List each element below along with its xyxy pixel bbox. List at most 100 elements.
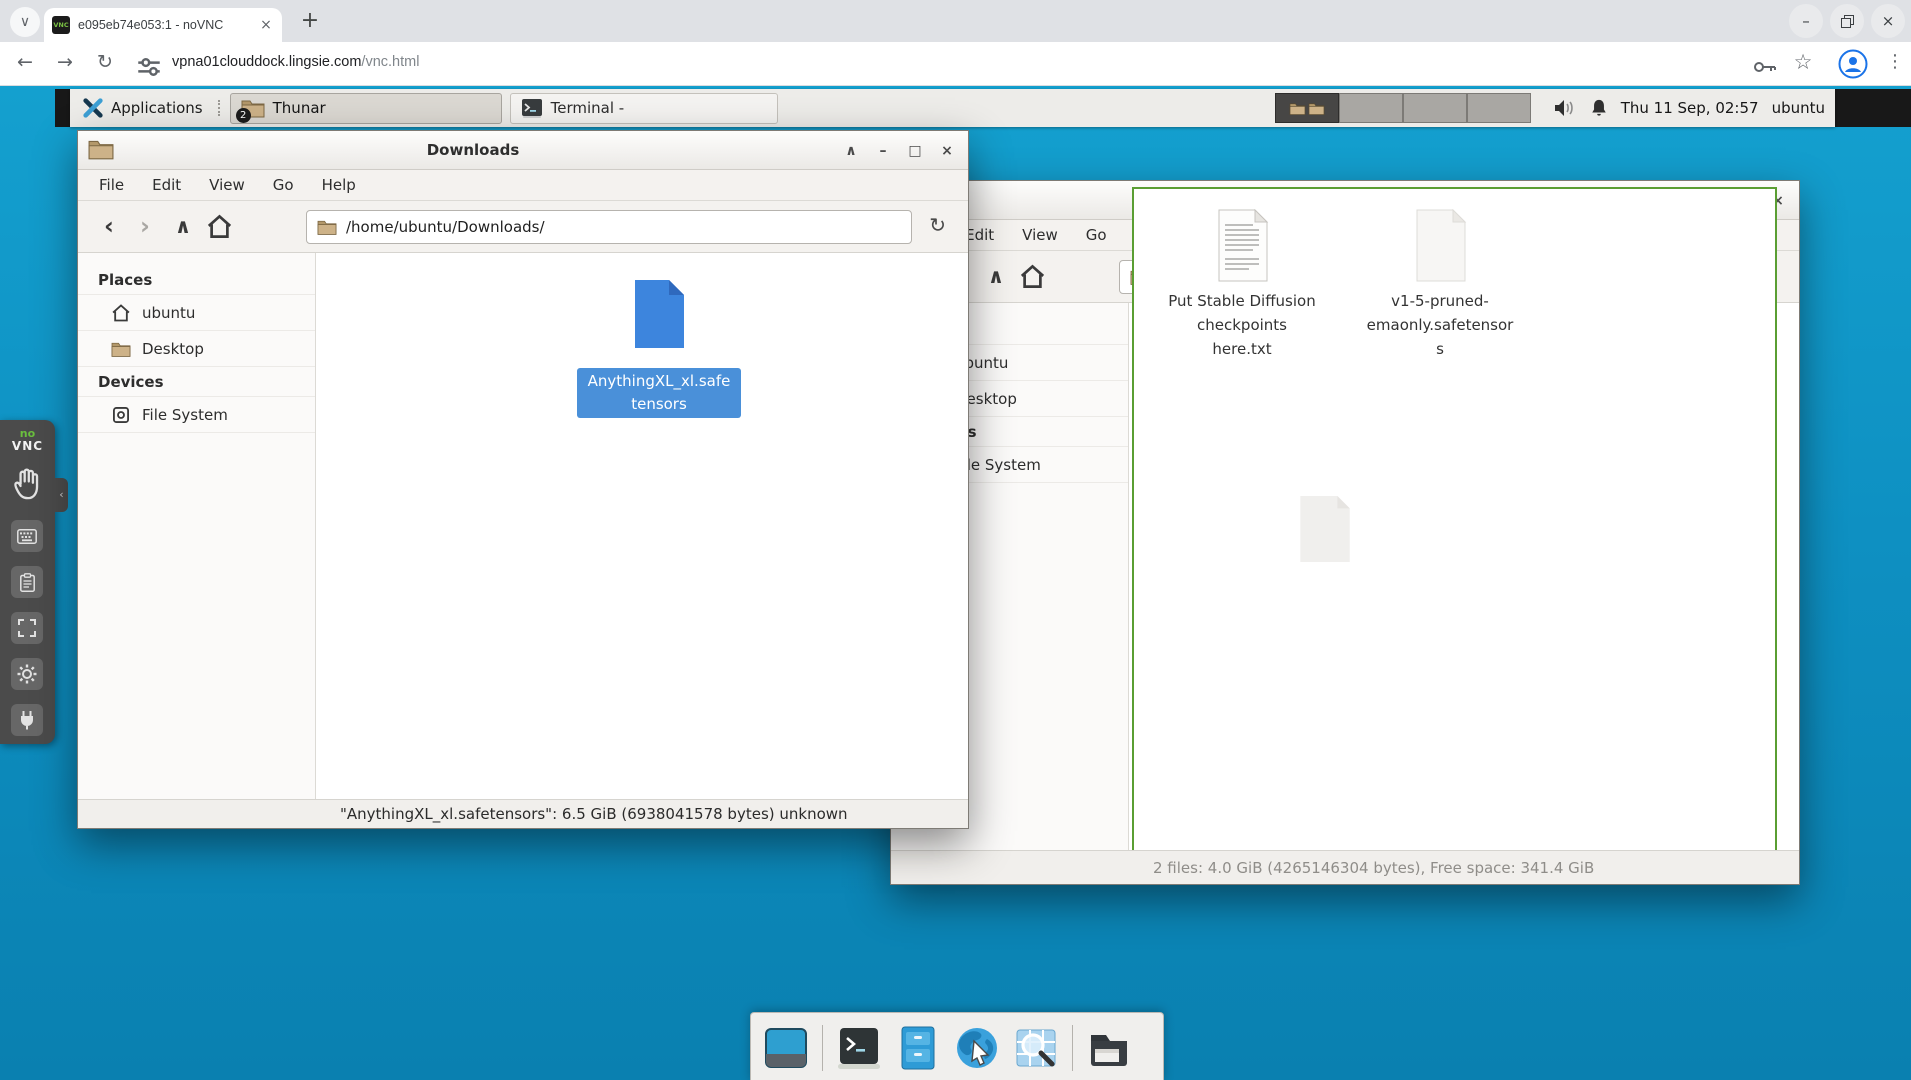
blank-file-icon xyxy=(1411,209,1469,282)
terminal-launcher-icon[interactable] xyxy=(836,1025,882,1071)
workspace-switcher[interactable] xyxy=(1275,93,1531,123)
sidebar-item-desktop[interactable]: Desktop xyxy=(78,330,315,367)
folder-launcher-icon[interactable] xyxy=(1086,1025,1132,1071)
panel-user-menu[interactable]: ubuntu xyxy=(1772,99,1825,117)
workspace-4[interactable] xyxy=(1467,93,1531,123)
close-button[interactable]: × xyxy=(936,143,958,159)
file-label-line: AnythingXL_xl.safe xyxy=(583,370,735,393)
maximize-button[interactable]: □ xyxy=(904,143,926,159)
home-icon xyxy=(111,303,131,323)
workspace-1-active[interactable] xyxy=(1275,93,1339,123)
browser-back-button[interactable]: ← xyxy=(12,51,38,73)
workspace-2[interactable] xyxy=(1339,93,1403,123)
notification-bell-icon[interactable] xyxy=(1590,98,1608,118)
text-file-icon xyxy=(1213,209,1271,282)
file-manager-launcher-icon[interactable] xyxy=(895,1025,941,1071)
mini-window-icon xyxy=(1289,101,1306,116)
reload-button[interactable]: ↻ xyxy=(929,213,946,237)
nav-home-button[interactable] xyxy=(206,213,233,240)
tab-close-button[interactable]: × xyxy=(258,17,274,33)
downloads-status-text: "AnythingXL_xl.safetensors": 6.5 GiB (69… xyxy=(340,805,848,823)
browser-reload-button[interactable]: ↻ xyxy=(92,51,118,73)
fullscreen-icon xyxy=(18,619,36,637)
menu-edit[interactable]: Edit xyxy=(965,226,994,244)
downloads-path-bar[interactable]: /home/ubuntu/Downloads/ xyxy=(306,210,912,244)
bookmark-star-icon[interactable]: ☆ xyxy=(1790,50,1816,74)
downloads-titlebar[interactable]: Downloads ∧ – □ × xyxy=(78,131,968,170)
novnc-clipboard-button[interactable] xyxy=(11,566,43,598)
nav-forward-button[interactable]: › xyxy=(130,209,160,243)
taskbar-item-terminal[interactable]: Terminal - xyxy=(510,93,778,124)
selected-file-label: AnythingXL_xl.safe tensors xyxy=(577,368,741,418)
novnc-favicon-icon: VNC xyxy=(52,16,70,34)
menu-edit[interactable]: Edit xyxy=(152,176,181,194)
novnc-disconnect-button[interactable] xyxy=(11,704,43,736)
power-plug-icon xyxy=(19,710,35,730)
panel-tray: Thu 11 Sep, 02:57 ubuntu xyxy=(1553,98,1825,118)
file-label-line: Put Stable Diffusion xyxy=(1156,289,1328,313)
sidebar-label: Desktop xyxy=(142,340,204,358)
taskbar-item-thunar[interactable]: 2 Thunar xyxy=(230,93,502,124)
novnc-fullscreen-button[interactable] xyxy=(11,612,43,644)
file-label-line: s xyxy=(1354,337,1526,361)
file-item-v15-safetensors[interactable]: v1-5-pruned- emaonly.safetensor s xyxy=(1354,209,1526,361)
nav-up-button[interactable]: ∧ xyxy=(168,209,198,243)
devices-header: Devices xyxy=(78,367,315,397)
downloads-file-area[interactable]: AnythingXL_xl.safe tensors xyxy=(316,253,968,799)
browser-restore-button[interactable] xyxy=(1830,4,1864,38)
volume-icon[interactable] xyxy=(1553,98,1577,118)
folder-icon xyxy=(88,137,114,161)
window-stable-diffusion: Stable-diffusion ∧ – □ × File Edit View … xyxy=(890,180,1800,885)
panel-grip xyxy=(218,100,222,116)
downloads-sidebar: Places ubuntu Desktop Devices File Syste… xyxy=(78,253,316,799)
browser-forward-button[interactable]: → xyxy=(52,51,78,73)
profile-avatar[interactable] xyxy=(1838,49,1868,79)
novnc-expand-handle[interactable]: ‹ xyxy=(55,478,68,512)
gear-icon xyxy=(17,664,37,684)
shade-button[interactable]: ∧ xyxy=(840,143,862,159)
app-finder-launcher-icon[interactable] xyxy=(1013,1025,1059,1071)
workspace-3[interactable] xyxy=(1403,93,1467,123)
panel-clock[interactable]: Thu 11 Sep, 02:57 xyxy=(1621,99,1759,117)
menu-view[interactable]: View xyxy=(1022,226,1058,244)
address-bar[interactable]: vpna01clouddock.lingsie.com/vnc.html xyxy=(172,54,419,70)
file-item-anythingxl-selected[interactable]: AnythingXL_xl.safe tensors xyxy=(572,277,746,418)
xfce-panel: Applications 2 Thunar Terminal - xyxy=(70,89,1835,127)
downloads-window-title: Downloads xyxy=(118,131,828,170)
tab-title: e095eb74e053:1 - noVNC xyxy=(78,18,248,32)
browser-close-button[interactable]: × xyxy=(1871,4,1905,38)
browser-tab[interactable]: VNC e095eb74e053:1 - noVNC × xyxy=(44,8,282,42)
sidebar-item-ubuntu[interactable]: ubuntu xyxy=(78,294,315,331)
novnc-settings-button[interactable] xyxy=(11,658,43,690)
tab-search-button[interactable]: ∨ xyxy=(10,7,40,37)
browser-toolbar: ← → ↻ vpna01clouddock.lingsie.com/vnc.ht… xyxy=(0,42,1911,86)
sidebar-item-file-system[interactable]: File System xyxy=(78,396,315,433)
drop-target-pane[interactable]: Put Stable Diffusion checkpoints here.tx… xyxy=(1132,187,1777,879)
site-info-icon[interactable] xyxy=(137,55,161,79)
browser-minimize-button[interactable]: – xyxy=(1789,4,1823,38)
menu-help[interactable]: Help xyxy=(322,176,356,194)
menu-go[interactable]: Go xyxy=(1086,226,1107,244)
novnc-keyboard-button[interactable] xyxy=(11,520,43,552)
sidebar-label: ubuntu xyxy=(142,304,195,322)
menu-go[interactable]: Go xyxy=(273,176,294,194)
browser-menu-icon[interactable]: ⋮ xyxy=(1886,51,1904,72)
menu-file[interactable]: File xyxy=(99,176,124,194)
web-browser-launcher-icon[interactable] xyxy=(954,1025,1000,1071)
drag-hand-icon[interactable] xyxy=(11,466,43,502)
nav-up-button[interactable]: ∧ xyxy=(981,259,1011,293)
url-path: /vnc.html xyxy=(361,54,419,70)
safetensors-file-icon xyxy=(631,277,688,351)
nav-home-button[interactable] xyxy=(1019,263,1046,290)
chevron-down-icon: ∨ xyxy=(20,14,30,30)
nav-back-button[interactable]: ‹ xyxy=(94,209,124,243)
new-tab-button[interactable]: + xyxy=(296,8,324,36)
password-key-icon[interactable] xyxy=(1753,55,1777,79)
panel-right-cap xyxy=(1835,89,1911,127)
file-item-checkpoints-txt[interactable]: Put Stable Diffusion checkpoints here.tx… xyxy=(1156,209,1328,361)
applications-menu-button[interactable]: Applications xyxy=(82,97,222,119)
minimize-button[interactable]: – xyxy=(872,143,894,159)
menu-view[interactable]: View xyxy=(209,176,245,194)
show-desktop-icon[interactable] xyxy=(763,1025,809,1071)
drive-icon xyxy=(111,405,131,425)
